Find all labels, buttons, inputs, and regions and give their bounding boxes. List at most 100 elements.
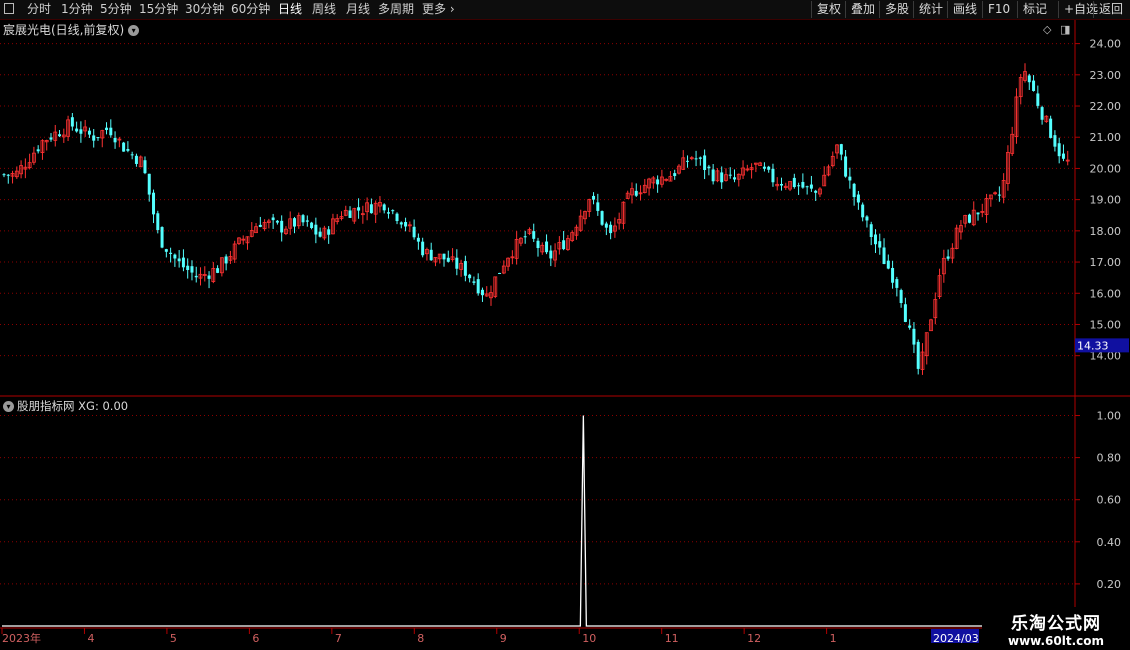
- candle-body-76: [327, 229, 331, 235]
- candle-body-65: [280, 220, 284, 233]
- candle-body-171: [733, 177, 737, 180]
- candle-body-208: [891, 267, 895, 283]
- candle-body-48: [207, 275, 211, 279]
- candle-body-96: [412, 226, 416, 238]
- candle-body-188: [805, 186, 809, 188]
- candle-body-139: [596, 202, 600, 211]
- candle-body-170: [728, 174, 732, 176]
- candle-body-213: [912, 328, 916, 345]
- candle-body-179: [767, 166, 771, 170]
- candle-body-241: [1032, 80, 1036, 91]
- candle-body-164: [703, 155, 707, 170]
- watermark: 乐淘公式网 www.60lt.com: [982, 607, 1130, 650]
- candle-body-41: [177, 258, 181, 262]
- candle-body-198: [848, 176, 852, 181]
- chart-canvas: 24.00 23.00 22.00 21.00 20.00 19.00 18.00 17.00…: [0, 20, 1130, 645]
- candle-body-0: [2, 174, 6, 176]
- candle-body-210: [899, 290, 903, 304]
- candle-body-185: [792, 177, 796, 188]
- candle-body-199: [852, 183, 856, 198]
- y-tick-label-7: 17.00: [1090, 256, 1122, 269]
- candle-body-166: [711, 169, 715, 182]
- candle-body-108: [463, 261, 467, 276]
- x-tick-label-6: 9: [500, 632, 507, 645]
- x-tick-label-1: 4: [87, 632, 94, 645]
- candle-body-204: [873, 234, 877, 245]
- candle-body-138: [592, 195, 596, 200]
- candle-body-29: [126, 149, 130, 151]
- candle-body-25: [109, 127, 113, 136]
- y-tick-label-6: 18.00: [1090, 225, 1122, 238]
- ind-y-tick-label-2: 0.60: [1097, 494, 1122, 507]
- candle-body-21: [92, 135, 96, 141]
- ind-y-tick-label-4: 0.20: [1097, 578, 1122, 591]
- candle-body-205: [878, 241, 882, 248]
- candle-body-153: [656, 179, 660, 185]
- candle-body-40: [173, 254, 177, 259]
- candle-body-50: [216, 268, 220, 273]
- candle-body-11: [49, 137, 53, 140]
- x-tick-label-10: 1: [830, 632, 837, 645]
- candle-body-86: [369, 204, 373, 214]
- candle-body-26: [113, 137, 117, 143]
- ind-y-tick-label-3: 0.40: [1097, 536, 1122, 549]
- candle-body-33: [143, 160, 147, 174]
- candle-body-182: [780, 183, 784, 186]
- candle-body-81: [348, 210, 352, 218]
- candle-body-187: [801, 181, 805, 188]
- candle-body-111: [476, 279, 480, 294]
- candle-body-90: [386, 212, 390, 214]
- watermark-title: 乐淘公式网: [1011, 614, 1101, 634]
- candle-body-202: [865, 216, 869, 221]
- candle-body-157: [673, 173, 677, 177]
- y-tick-label-2: 22.00: [1090, 100, 1122, 113]
- candle-body-13: [58, 134, 62, 137]
- candle-body-128: [549, 250, 553, 259]
- candle-body-109: [468, 274, 472, 279]
- x-tick-label-8: 11: [665, 632, 679, 645]
- candle-body-110: [472, 281, 476, 283]
- candle-body-226: [967, 214, 971, 223]
- candle-body-34: [147, 173, 151, 195]
- candle-body-140: [600, 211, 604, 225]
- x-tick-label-4: 7: [335, 632, 342, 645]
- y-tick-label-3: 21.00: [1090, 131, 1122, 144]
- candle-body-17: [75, 128, 79, 132]
- candle-body-93: [399, 222, 403, 225]
- candle-body-36: [156, 213, 160, 231]
- candle-body-72: [310, 222, 314, 229]
- candle-body-22: [96, 137, 100, 139]
- candle-body-35: [152, 192, 156, 215]
- candle-body-73: [314, 224, 318, 235]
- candle-body-233: [997, 194, 1001, 196]
- candle-body-91: [391, 210, 395, 212]
- watermark-url: www.60lt.com: [1007, 634, 1105, 648]
- candle-body-246: [1053, 135, 1057, 147]
- candle-body-189: [809, 184, 813, 189]
- candle-body-240: [1027, 75, 1031, 83]
- candle-body-39: [169, 252, 173, 254]
- candle-body-31: [134, 155, 138, 164]
- ind-y-tick-label-0: 1.00: [1097, 410, 1122, 423]
- candle-body-104: [446, 257, 450, 262]
- candle-body-8: [36, 149, 40, 152]
- candle-body-124: [532, 231, 536, 239]
- x-tick-label-0: 2023年: [2, 631, 41, 645]
- candle-body-37: [160, 227, 164, 248]
- candle-body-196: [839, 144, 843, 155]
- candle-body-160: [686, 160, 690, 162]
- candle-body-242: [1036, 93, 1040, 106]
- candle-body-52: [224, 256, 228, 264]
- candle-body-200: [856, 194, 860, 203]
- candle-body-163: [698, 157, 702, 159]
- candle-body-212: [908, 325, 912, 328]
- candle-body-190: [814, 190, 818, 193]
- x-tick-label-2: 5: [170, 632, 177, 645]
- x-tick-label-5: 8: [417, 632, 424, 645]
- candle-body-89: [382, 204, 386, 211]
- x-tick-label-3: 6: [252, 632, 259, 645]
- y-tick-label-9: 15.00: [1090, 318, 1122, 331]
- candle-body-197: [844, 156, 848, 177]
- candle-body-97: [416, 237, 420, 242]
- candle-body-70: [301, 215, 305, 223]
